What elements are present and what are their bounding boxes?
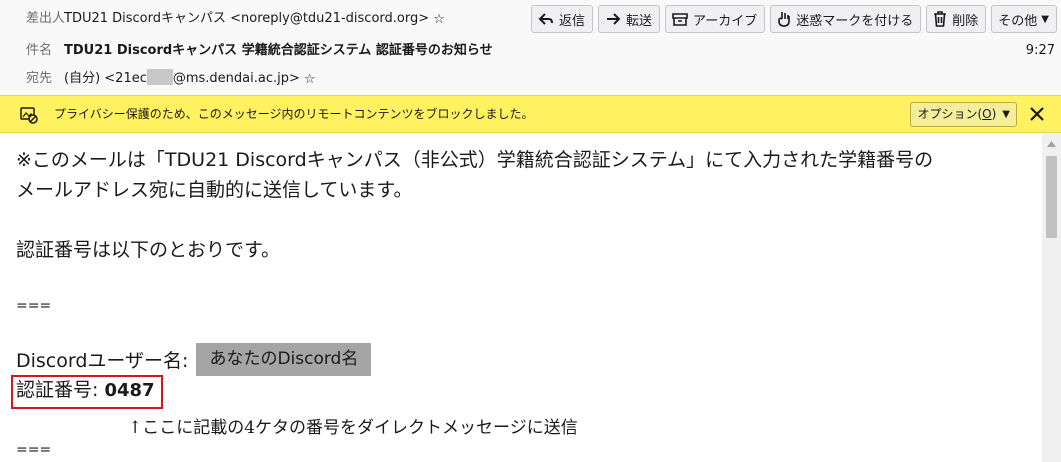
separator-bottom: === bbox=[16, 442, 52, 458]
reply-button[interactable]: 返信 bbox=[530, 5, 593, 33]
chevron-down-icon: ▼ bbox=[1041, 13, 1049, 25]
message-toolbar: 返信 転送 アーカイブ 迷惑マークを付ける 削除 その他 ▼ bbox=[530, 5, 1057, 33]
username-line: Discordユーザー名: あなたのDiscord名 bbox=[16, 343, 372, 378]
code-highlight-box bbox=[11, 375, 163, 409]
to-value[interactable]: (自分) <21ec @ms.dendai.ac.jp> ☆ bbox=[64, 66, 316, 93]
options-label-close: ) bbox=[991, 107, 997, 121]
delete-button[interactable]: 削除 bbox=[926, 5, 987, 33]
forward-button[interactable]: 転送 bbox=[598, 5, 661, 33]
username-value: あなたのDiscord名 bbox=[196, 343, 372, 376]
scrollbar-thumb[interactable] bbox=[1046, 156, 1057, 238]
junk-button[interactable]: 迷惑マークを付ける bbox=[770, 5, 922, 33]
username-label: Discordユーザー名: bbox=[16, 350, 189, 372]
options-accesskey: O bbox=[982, 107, 992, 121]
scroll-up-arrow-icon[interactable] bbox=[1042, 136, 1061, 152]
vertical-scrollbar[interactable] bbox=[1042, 134, 1061, 462]
to-prefix[interactable]: (自分) <21ec bbox=[64, 71, 147, 86]
more-label: その他 bbox=[998, 13, 1038, 29]
from-value[interactable]: TDU21 Discordキャンパス <noreply@tdu21-discor… bbox=[64, 6, 445, 33]
chevron-down-icon: ▼ bbox=[1002, 109, 1010, 120]
subject-label: 件名 bbox=[26, 43, 53, 58]
separator-top: === bbox=[16, 298, 52, 314]
options-label: オプション( bbox=[917, 107, 983, 121]
star-icon[interactable]: ☆ bbox=[433, 7, 445, 33]
to-row: 宛先 (自分) <21ec @ms.dendai.ac.jp> ☆ bbox=[0, 66, 1061, 92]
from-address[interactable]: TDU21 Discordキャンパス <noreply@tdu21-discor… bbox=[64, 11, 429, 26]
delete-label: 削除 bbox=[952, 13, 979, 29]
subject-row: 件名 TDU21 Discordキャンパス 学籍統合認証システム 認証番号のお知… bbox=[0, 38, 1061, 64]
options-button[interactable]: オプション(O) ▼ bbox=[910, 102, 1017, 127]
reply-icon bbox=[538, 13, 553, 25]
reply-label: 返信 bbox=[558, 13, 585, 29]
subject-value: TDU21 Discordキャンパス 学籍統合認証システム 認証番号のお知らせ bbox=[64, 43, 493, 58]
message-body: ※このメールは「TDU21 Discordキャンパス（非公式）学籍統合認証システ… bbox=[0, 134, 1042, 462]
notification-text: プライバシー保護のため、このメッセージ内のリモートコンテンツをブロックしました。 bbox=[54, 107, 534, 121]
to-label: 宛先 bbox=[26, 71, 53, 86]
forward-icon bbox=[607, 13, 621, 25]
body-line-1: ※このメールは「TDU21 Discordキャンパス（非公式）学籍統合認証システ… bbox=[16, 149, 934, 171]
message-header: 差出人 TDU21 Discordキャンパス <noreply@tdu21-di… bbox=[0, 0, 1061, 95]
body-line-2: メールアドレス宛に自動的に送信しています。 bbox=[16, 179, 413, 201]
archive-label: アーカイブ bbox=[693, 13, 758, 29]
redaction-block bbox=[146, 69, 173, 85]
more-button[interactable]: その他 ▼ bbox=[991, 5, 1057, 33]
close-icon[interactable] bbox=[1027, 104, 1047, 124]
junk-icon bbox=[778, 12, 791, 27]
blocked-content-icon bbox=[20, 107, 38, 124]
to-suffix[interactable]: @ms.dendai.ac.jp> bbox=[173, 71, 300, 86]
junk-label: 迷惑マークを付ける bbox=[796, 13, 914, 29]
message-time: 9:27 bbox=[1025, 43, 1055, 58]
forward-label: 転送 bbox=[626, 13, 653, 29]
body-line-3: 認証番号は以下のとおりです。 bbox=[16, 239, 281, 261]
remote-content-notification: プライバシー保護のため、このメッセージ内のリモートコンテンツをブロックしました。… bbox=[0, 95, 1061, 133]
archive-button[interactable]: アーカイブ bbox=[665, 5, 766, 33]
from-label: 差出人 bbox=[26, 11, 66, 26]
annotation-text: ↑ここに記載の4ケタの番号をダイレクトメッセージに送信 bbox=[128, 418, 578, 438]
archive-icon bbox=[672, 13, 688, 26]
star-icon[interactable]: ☆ bbox=[304, 67, 316, 93]
trash-icon bbox=[934, 11, 947, 27]
